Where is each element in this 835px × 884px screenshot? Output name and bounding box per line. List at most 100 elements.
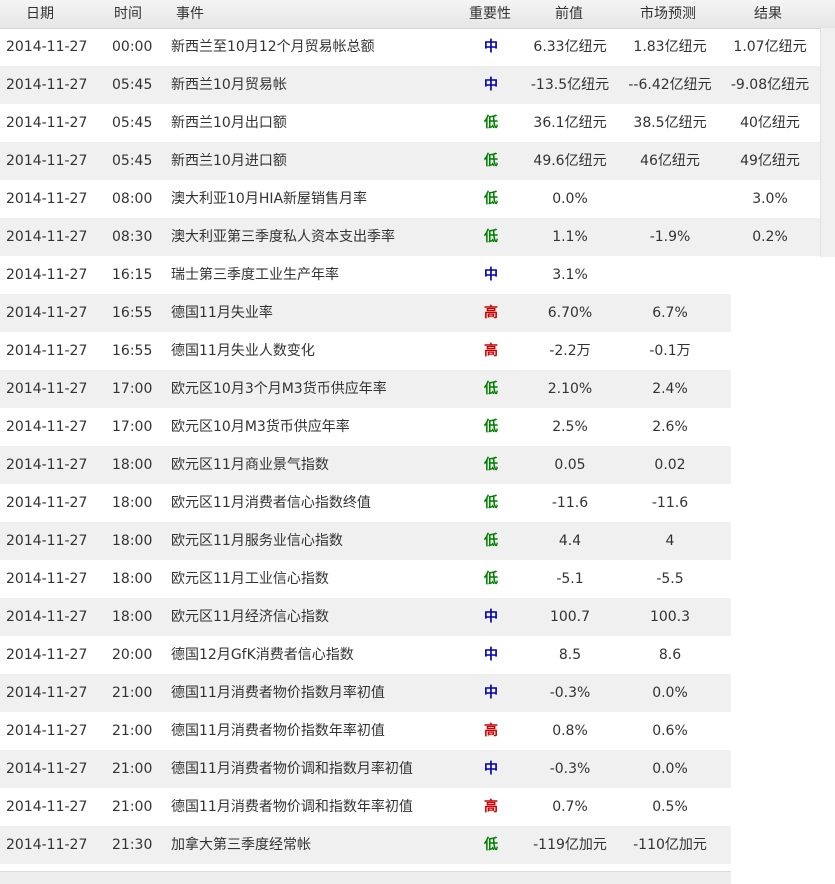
table-row[interactable]: 2014-11-27 18:00 欧元区11月工业信心指数 低 -5.1 -5.5 xyxy=(0,560,731,598)
date-cell: 2014-11-27 xyxy=(6,495,88,511)
actual-value-cell: 3.0% xyxy=(752,191,788,207)
event-cell: 新西兰10月进口额 xyxy=(171,153,287,169)
importance-cell: 低 xyxy=(484,533,498,549)
header-date[interactable]: 日期 xyxy=(26,0,54,28)
table-row[interactable]: 2014-11-27 08:00 澳大利亚10月HIA新屋销售月率 低 0.0% 3.0% xyxy=(0,180,820,218)
table-row[interactable]: 2014-11-27 18:00 欧元区11月消费者信心指数终值 低 -11.6 -11.… xyxy=(0,484,731,522)
event-cell: 德国11月消费者物价调和指数年率初值 xyxy=(171,799,413,815)
time-cell: 18:00 xyxy=(112,533,153,549)
actual-value-cell xyxy=(720,370,820,408)
previous-value-cell: -119亿加元 xyxy=(533,837,607,853)
forecast-value-cell xyxy=(620,256,720,294)
actual-value-cell xyxy=(720,560,820,598)
header-previous[interactable]: 前值 xyxy=(555,0,583,28)
header-importance[interactable]: 重要性 xyxy=(469,0,511,28)
header-forecast[interactable]: 市场预测 xyxy=(640,0,696,28)
importance-cell: 中 xyxy=(484,609,498,625)
event-cell: 瑞士第三季度工业生产年率 xyxy=(171,267,339,283)
importance-cell: 低 xyxy=(484,419,498,435)
importance-cell: 低 xyxy=(484,457,498,473)
importance-cell: 低 xyxy=(484,191,498,207)
table-row[interactable]: 2014-11-27 16:55 德国11月失业率 高 6.70% 6.7% xyxy=(0,294,731,332)
previous-value-cell: 2.10% xyxy=(547,381,593,397)
event-cell: 欧元区11月服务业信心指数 xyxy=(171,533,343,549)
time-cell: 08:30 xyxy=(112,229,153,245)
importance-cell: 低 xyxy=(484,571,498,587)
table-row[interactable]: 2014-11-27 18:00 欧元区11月服务业信心指数 低 4.4 4 xyxy=(0,522,731,560)
forecast-value-cell: 4 xyxy=(665,533,675,549)
forecast-value-cell: -5.5 xyxy=(656,571,684,587)
table-row[interactable]: 2014-11-27 16:55 德国11月失业人数变化 高 -2.2万 -0.1万 xyxy=(0,332,731,370)
table-row[interactable]: 2014-11-27 21:00 德国11月消费者物价指数年率初值 高 0.8% 0.6% xyxy=(0,712,731,750)
time-cell: 21:30 xyxy=(112,837,153,853)
header-event[interactable]: 事件 xyxy=(176,0,204,28)
importance-cell: 中 xyxy=(484,39,498,55)
event-cell: 欧元区11月消费者信心指数终值 xyxy=(171,495,371,511)
table-header: 日期 时间 事件 重要性 前值 市场预测 结果 xyxy=(0,0,835,29)
forecast-value-cell: --6.42亿纽元 xyxy=(628,77,712,93)
table-row[interactable]: 2014-11-27 08:30 澳大利亚第三季度私人资本支出季率 低 1.1% -1.9… xyxy=(0,218,820,256)
event-cell: 德国11月消费者物价指数年率初值 xyxy=(171,723,385,739)
date-cell: 2014-11-27 xyxy=(6,305,88,321)
table-row[interactable]: 2014-11-27 21:30 加拿大第三季度经常帐 低 -119亿加元 -110亿加元 xyxy=(0,826,731,864)
previous-value-cell: 2.5% xyxy=(552,419,588,435)
actual-value-cell xyxy=(720,484,820,522)
table-row[interactable]: 2014-11-27 00:00 新西兰至10月12个月贸易帐总额 中 6.33亿纽元 1… xyxy=(0,28,820,66)
table-row[interactable]: 2014-11-27 17:00 欧元区10月M3货币供应年率 低 2.5% 2.6% xyxy=(0,408,731,446)
date-cell: 2014-11-27 xyxy=(6,571,88,587)
event-cell: 欧元区11月商业景气指数 xyxy=(171,457,329,473)
time-cell: 00:00 xyxy=(112,39,153,55)
forecast-value-cell: 2.6% xyxy=(652,419,688,435)
previous-value-cell: 0.8% xyxy=(552,723,588,739)
date-cell: 2014-11-27 xyxy=(6,39,88,55)
importance-cell: 高 xyxy=(484,723,498,739)
event-cell: 德国11月消费者物价指数月率初值 xyxy=(171,685,385,701)
time-cell: 18:00 xyxy=(112,609,153,625)
previous-value-cell: -5.1 xyxy=(556,571,584,587)
date-cell: 2014-11-27 xyxy=(6,647,88,663)
event-cell: 德国11月失业率 xyxy=(171,305,273,321)
scrollbar-track[interactable] xyxy=(820,28,835,257)
table-row[interactable]: 2014-11-27 18:00 欧元区11月经济信心指数 中 100.7 100.3 xyxy=(0,598,731,636)
previous-value-cell: 100.7 xyxy=(549,609,591,625)
time-cell: 18:00 xyxy=(112,495,153,511)
table-row[interactable]: 2014-11-27 21:00 德国11月消费者物价调和指数年率初值 高 0.7% 0.… xyxy=(0,788,731,826)
date-cell: 2014-11-27 xyxy=(6,229,88,245)
previous-value-cell: 0.0% xyxy=(552,191,588,207)
previous-value-cell: -0.3% xyxy=(549,761,591,777)
table-row[interactable]: 2014-11-27 05:45 新西兰10月贸易帐 中 -13.5亿纽元 --6.42亿… xyxy=(0,66,820,104)
importance-cell: 中 xyxy=(484,267,498,283)
table-row[interactable]: 2014-11-27 17:00 欧元区10月3个月M3货币供应年率 低 2.10% 2.… xyxy=(0,370,731,408)
date-cell: 2014-11-27 xyxy=(6,77,88,93)
event-cell: 德国11月消费者物价调和指数月率初值 xyxy=(171,761,413,777)
table-row[interactable]: 2014-11-27 05:45 新西兰10月出口额 低 36.1亿纽元 38.5亿纽元 4… xyxy=(0,104,820,142)
table-row[interactable]: 2014-11-27 20:00 德国12月GfK消费者信心指数 中 8.5 8.6 xyxy=(0,636,731,674)
forecast-value-cell: 2.4% xyxy=(652,381,688,397)
actual-value-cell xyxy=(720,294,820,332)
actual-value-cell xyxy=(720,522,820,560)
time-cell: 08:00 xyxy=(112,191,153,207)
event-cell: 新西兰10月出口额 xyxy=(171,115,287,131)
actual-value-cell: 49亿纽元 xyxy=(740,153,800,169)
table-row[interactable]: 2014-11-27 16:15 瑞士第三季度工业生产年率 中 3.1% xyxy=(0,256,731,294)
forecast-value-cell: -1.9% xyxy=(649,229,691,245)
table-row[interactable]: 2014-11-27 21:00 德国11月消费者物价调和指数月率初值 中 -0.3% 0… xyxy=(0,750,731,788)
event-cell: 澳大利亚10月HIA新屋销售月率 xyxy=(171,191,368,207)
time-cell: 05:45 xyxy=(112,77,153,93)
previous-value-cell: 1.1% xyxy=(552,229,588,245)
forecast-value-cell: 0.5% xyxy=(652,799,688,815)
time-cell: 21:00 xyxy=(112,799,153,815)
previous-value-cell: 0.05 xyxy=(554,457,586,473)
header-actual[interactable]: 结果 xyxy=(754,0,782,28)
date-cell: 2014-11-27 xyxy=(6,115,88,131)
actual-value-cell xyxy=(720,598,820,636)
importance-cell: 高 xyxy=(484,343,498,359)
table-row[interactable]: 2014-11-27 18:00 欧元区11月商业景气指数 低 0.05 0.02 xyxy=(0,446,731,484)
time-cell: 05:45 xyxy=(112,153,153,169)
table-row[interactable]: 2014-11-27 21:00 德国11月消费者物价指数月率初值 中 -0.3% 0.0… xyxy=(0,674,731,712)
table-row[interactable]: 2014-11-27 05:45 新西兰10月进口额 低 49.6亿纽元 46亿纽元 49亿… xyxy=(0,142,820,180)
actual-value-cell: -9.08亿纽元 xyxy=(730,77,810,93)
actual-value-cell xyxy=(720,446,820,484)
header-time[interactable]: 时间 xyxy=(114,0,142,28)
forecast-value-cell: -11.6 xyxy=(651,495,689,511)
